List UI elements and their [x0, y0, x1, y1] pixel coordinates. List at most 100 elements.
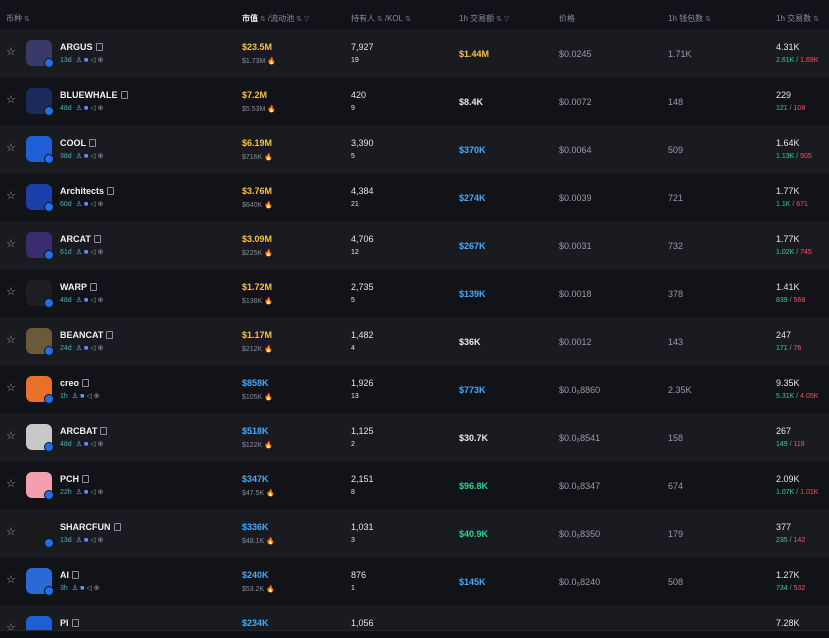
table-row[interactable]: ☆ COOL 38d ♙ ■ ◁ ⊕ $6.19M $716K 🔥 3,390 5 $370K $0.00… — [0, 126, 829, 174]
liquidity-value: $53.2K — [242, 585, 265, 593]
telegram-icon[interactable]: ◁ — [90, 201, 95, 208]
table-row[interactable]: ☆ AI 3h ♙ ■ ◁ ⊕ $240K $53.2K 🔥 876 1 $145K $0.0₆8240 5… — [0, 558, 829, 606]
avatar — [26, 376, 54, 404]
copy-icon[interactable] — [90, 283, 97, 291]
star-icon[interactable]: ☆ — [6, 47, 16, 58]
star-icon[interactable]: ☆ — [6, 95, 16, 106]
star-icon[interactable]: ☆ — [6, 335, 16, 346]
star-icon[interactable]: ☆ — [6, 287, 16, 298]
telegram-icon[interactable]: ◁ — [90, 297, 95, 304]
website-icon[interactable]: ⊕ — [98, 297, 104, 304]
token-symbol[interactable]: ARCBAT — [60, 426, 108, 436]
copy-icon[interactable] — [82, 379, 90, 387]
token-symbol[interactable]: BEANCAT — [60, 330, 114, 340]
website-icon[interactable]: ⊕ — [98, 201, 104, 208]
copy-icon[interactable] — [93, 235, 101, 243]
website-icon[interactable]: ⊕ — [98, 441, 104, 448]
website-icon[interactable]: ⊕ — [98, 489, 104, 496]
telegram-icon[interactable]: ◁ — [90, 537, 95, 544]
token-symbol[interactable]: PCH — [60, 474, 90, 484]
volume-1h: $773K — [459, 385, 486, 395]
token-symbol[interactable]: WARP — [60, 282, 97, 292]
star-icon[interactable]: ☆ — [6, 479, 16, 490]
table-row[interactable]: ☆ ARGUS 13d ♙ ■ ◁ ⊕ $23.5M $1.73M 🔥 7,927 19 $1.44M $… — [0, 30, 829, 78]
star-icon[interactable]: ☆ — [6, 191, 16, 202]
token-symbol[interactable]: creo — [60, 378, 90, 388]
header-kol-label: /KOL — [384, 14, 404, 23]
star-icon[interactable]: ☆ — [6, 527, 16, 538]
table-row[interactable]: ☆ BEANCAT 24d ♙ ■ ◁ ⊕ $1.17M $212K 🔥 1,482 4 $36K $0.… — [0, 318, 829, 366]
token-symbol-text: Architects — [60, 186, 105, 196]
website-icon[interactable]: ⊕ — [98, 537, 104, 544]
star-icon[interactable]: ☆ — [6, 143, 16, 154]
table-row[interactable]: ☆ ARCBAT 48d ♙ ■ ◁ ⊕ $518K $122K 🔥 1,125 2 $30.7K $0.… — [0, 414, 829, 462]
copy-icon[interactable] — [120, 91, 128, 99]
header-volume[interactable]: 1h 交易额 ⇅ ▽ — [459, 13, 509, 24]
header-wallets[interactable]: 1h 钱包数 ⇅ — [668, 13, 711, 24]
copy-icon[interactable] — [89, 139, 96, 147]
copy-icon[interactable] — [107, 187, 115, 195]
website-icon[interactable]: ⊕ — [98, 57, 104, 64]
token-symbol[interactable]: COOL — [60, 138, 96, 148]
copy-icon[interactable] — [95, 43, 103, 51]
telegram-icon[interactable]: ◁ — [90, 57, 95, 64]
star-icon[interactable]: ☆ — [6, 431, 16, 442]
table-row[interactable]: ☆ PCH 22h ♙ ■ ◁ ⊕ $347K $47.5K 🔥 2,151 8 $96.8K $0.0₆… — [0, 462, 829, 510]
filter-icon[interactable]: ▽ — [304, 15, 309, 23]
website-icon[interactable]: ⊕ — [98, 345, 104, 352]
telegram-icon[interactable]: ◁ — [86, 585, 91, 592]
sell-count: 568 — [793, 297, 806, 304]
telegram-icon[interactable]: ◁ — [86, 393, 91, 400]
token-price: $0.0₆8860 — [559, 385, 601, 395]
avatar — [26, 520, 54, 548]
star-icon[interactable]: ☆ — [6, 239, 16, 250]
header-holders[interactable]: 持有人 ⇅ /KOL ⇅ — [351, 13, 411, 24]
table-row[interactable]: ☆ BLUEWHALE 48d ♙ ■ ◁ ⊕ $7.2M $5.53M 🔥 420 9 $8.4K $0… — [0, 78, 829, 126]
website-icon[interactable]: ⊕ — [98, 249, 104, 256]
website-icon[interactable]: ⊕ — [94, 585, 100, 592]
copy-icon[interactable] — [82, 475, 90, 483]
table-row[interactable]: ☆ creo 1h ♙ ■ ◁ ⊕ $858K $105K 🔥 1,926 13 $773K $0.0₆8… — [0, 366, 829, 414]
telegram-icon[interactable]: ◁ — [90, 345, 95, 352]
token-symbol[interactable]: AI — [60, 570, 79, 580]
header-token[interactable]: 币种 ⇅ — [6, 13, 30, 24]
table-row[interactable]: ☆ WARP 48d ♙ ■ ◁ ⊕ $1.72M $138K 🔥 2,735 5 $139K $0.00… — [0, 270, 829, 318]
buy-count: 5.31K — [776, 393, 795, 400]
token-symbol[interactable]: Architects — [60, 186, 115, 196]
table-row[interactable]: ☆ ARCAT 61d ♙ ■ ◁ ⊕ $3.09M $225K 🔥 4,706 12 $267K $0.… — [0, 222, 829, 270]
telegram-icon[interactable]: ◁ — [90, 105, 95, 112]
market-cap: $1.17M — [242, 330, 273, 340]
token-symbol[interactable]: ARGUS — [60, 42, 103, 52]
table-row[interactable]: ☆ Architects 60d ♙ ■ ◁ ⊕ $3.76M $640K 🔥 4,384 21 $27… — [0, 174, 829, 222]
token-symbol[interactable]: ARCAT — [60, 234, 101, 244]
star-icon[interactable]: ☆ — [6, 383, 16, 394]
header-mcap[interactable]: 市值 ⇅ /流动池 ⇅ ▽ — [242, 13, 309, 24]
website-icon[interactable]: ⊕ — [98, 105, 104, 112]
telegram-icon[interactable]: ◁ — [90, 249, 95, 256]
telegram-icon[interactable]: ◁ — [90, 441, 95, 448]
copy-icon[interactable] — [71, 619, 79, 627]
fire-icon: 🔥 — [267, 58, 277, 65]
copy-icon[interactable] — [113, 523, 121, 531]
avatar — [26, 280, 54, 308]
copy-icon[interactable] — [106, 331, 114, 339]
filter-icon[interactable]: ▽ — [504, 15, 509, 23]
header-mcap-label: 市值 — [242, 14, 258, 23]
token-symbol[interactable]: SHARCFUN — [60, 522, 121, 532]
telegram-icon[interactable]: ◁ — [90, 489, 95, 496]
token-symbol[interactable]: BLUEWHALE — [60, 90, 128, 100]
website-icon[interactable]: ⊕ — [94, 393, 100, 400]
token-symbol[interactable]: PI — [60, 618, 79, 628]
website-icon[interactable]: ⊕ — [98, 153, 104, 160]
star-icon[interactable]: ☆ — [6, 575, 16, 586]
holders-count: 4,384 — [351, 186, 374, 196]
token-meta: 22h ♙ ■ ◁ ⊕ — [60, 489, 103, 496]
telegram-icon[interactable]: ◁ — [90, 153, 95, 160]
liquidity: $47.5K 🔥 — [242, 489, 275, 498]
copy-icon[interactable] — [100, 427, 108, 435]
table-row[interactable]: ☆ SHARCFUN 13d ♙ ■ ◁ ⊕ $336K $48.1K 🔥 1,031 3 $40.9K… — [0, 510, 829, 558]
header-txns[interactable]: 1h 交易数 ⇅ — [776, 13, 819, 24]
wallets-1h: 158 — [668, 433, 684, 443]
wallets-1h: 674 — [668, 481, 684, 491]
copy-icon[interactable] — [72, 571, 79, 579]
